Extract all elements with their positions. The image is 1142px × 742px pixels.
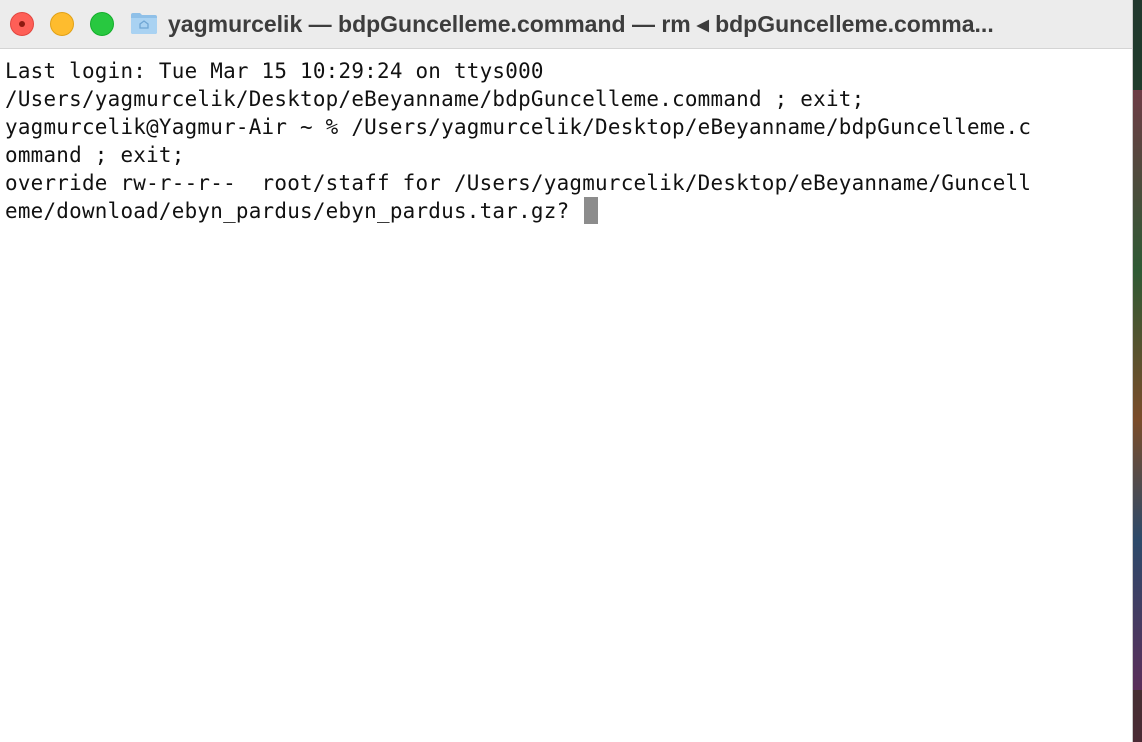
terminal-line: Last login: Tue Mar 15 10:29:24 on ttys0… bbox=[5, 59, 544, 83]
terminal-line: override rw-r--r-- root/staff for /Users… bbox=[5, 171, 1032, 195]
terminal-window[interactable]: yagmurcelik — bdpGuncelleme.command — rm… bbox=[0, 0, 1133, 742]
close-button[interactable] bbox=[10, 12, 34, 36]
terminal-output[interactable]: Last login: Tue Mar 15 10:29:24 on ttys0… bbox=[5, 57, 1129, 225]
terminal-line: ommand ; exit; bbox=[5, 143, 185, 167]
title-bar[interactable]: yagmurcelik — bdpGuncelleme.command — rm… bbox=[0, 0, 1132, 49]
terminal-line: /Users/yagmurcelik/Desktop/eBeyanname/bd… bbox=[5, 87, 865, 111]
text-cursor bbox=[584, 197, 599, 224]
zoom-button[interactable] bbox=[90, 12, 114, 36]
home-folder-icon bbox=[131, 13, 157, 34]
minimize-button[interactable] bbox=[50, 12, 74, 36]
close-dot-icon bbox=[19, 21, 25, 27]
window-title: yagmurcelik — bdpGuncelleme.command — rm… bbox=[168, 11, 994, 37]
terminal-line: yagmurcelik@Yagmur-Air ~ % /Users/yagmur… bbox=[5, 115, 1032, 139]
terminal-prompt-line[interactable]: eme/download/ebyn_pardus/ebyn_pardus.tar… bbox=[5, 197, 1129, 225]
prompt-text: eme/download/ebyn_pardus/ebyn_pardus.tar… bbox=[5, 199, 583, 223]
